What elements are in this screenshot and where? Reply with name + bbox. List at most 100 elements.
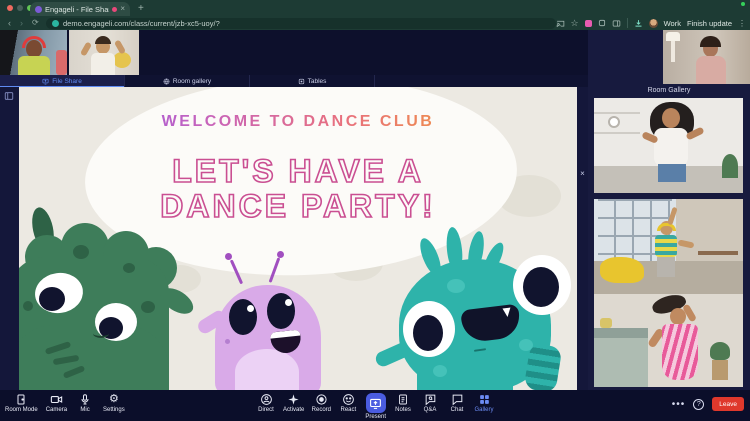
gallery-button[interactable]: Gallery (474, 393, 494, 413)
person-body (654, 128, 688, 166)
record-icon (315, 393, 328, 406)
close-share-icon[interactable]: × (577, 169, 588, 178)
browser-menu-icon[interactable]: ⋮ (738, 19, 746, 28)
person-body (91, 53, 115, 75)
right-panel-strip: × (577, 87, 588, 390)
participant-video-1[interactable] (0, 30, 67, 75)
panel-toggle-icon[interactable] (4, 91, 14, 101)
shelf (594, 132, 640, 134)
chat-icon (451, 393, 464, 406)
person-jeans (658, 164, 686, 182)
tab-close-icon[interactable]: × (120, 5, 125, 13)
kitchen-prop (600, 318, 612, 328)
room-mode-button[interactable]: Room Mode (5, 393, 38, 413)
help-icon[interactable]: ? (693, 399, 704, 410)
direct-icon (259, 393, 272, 406)
plant (710, 342, 730, 360)
profile-name: Work (664, 19, 681, 28)
room-gallery-header: Room Gallery (588, 87, 750, 94)
participant-video-2[interactable] (69, 30, 139, 75)
slide-subtitle-line1: LET'S HAVE A (19, 155, 577, 187)
top-video-row (0, 30, 588, 75)
site-favicon (52, 20, 59, 27)
striped-shirt (655, 235, 677, 257)
slide-title: WELCOME TO DANCE CLUB (19, 113, 577, 131)
chat-button[interactable]: Chat (447, 393, 467, 413)
activate-button[interactable]: Activate (283, 393, 304, 413)
lamp-shade (666, 32, 680, 41)
tab-label: File Share (52, 78, 82, 85)
activate-icon (287, 393, 300, 406)
pink-dress (662, 324, 698, 380)
stool (712, 360, 728, 380)
bookmark-star-icon[interactable]: ☆ (571, 18, 579, 29)
gallery-video-3[interactable] (594, 294, 743, 387)
cast-icon[interactable] (556, 19, 565, 28)
download-icon[interactable] (634, 19, 643, 28)
present-icon (369, 397, 382, 410)
background-prop (113, 52, 131, 68)
record-button[interactable]: Record (311, 393, 331, 413)
person-pants (657, 257, 675, 277)
present-button[interactable]: Present (365, 393, 386, 420)
camera-indicator-dot (741, 2, 745, 6)
new-tab-button[interactable]: + (138, 3, 144, 14)
browser-tab-title: Engageli - File Share (45, 5, 109, 14)
red-headphones (22, 36, 46, 48)
person-hair (700, 36, 721, 47)
person-arm (80, 41, 92, 56)
toolbar-divider (627, 18, 628, 28)
background-prop (56, 50, 67, 75)
yellow-headphones (657, 223, 676, 231)
person-body (696, 56, 726, 84)
person-arm (114, 39, 126, 54)
shared-slide: WELCOME TO DANCE CLUB LET'S HAVE A DANCE… (19, 87, 577, 390)
camera-icon (50, 393, 63, 406)
more-options-icon[interactable]: ••• (672, 399, 686, 410)
tab-media-indicator-icon (112, 7, 117, 12)
engageli-favicon (35, 6, 42, 13)
forward-icon[interactable]: › (20, 18, 23, 28)
settings-button[interactable]: ⚙ Settings (103, 393, 125, 413)
counter-top (594, 328, 648, 338)
tables-icon (298, 78, 305, 85)
react-button[interactable]: React (338, 393, 358, 413)
reload-icon[interactable]: ⟳ (32, 18, 39, 27)
side-panel-icon[interactable] (612, 19, 621, 28)
notes-icon (397, 393, 409, 406)
file-share-icon (42, 78, 49, 85)
instructor-video[interactable] (663, 30, 750, 84)
back-icon[interactable]: ‹ (8, 18, 11, 28)
shelf (594, 112, 640, 114)
screen: Engageli - File Share × + ‹ › ⟳ demo.eng… (0, 0, 750, 421)
tab-label: Tables (308, 78, 327, 85)
gallery-grid-icon (478, 393, 491, 406)
finish-update-button[interactable]: Finish update (687, 19, 732, 28)
slide-subtitle-line2: DANCE PARTY! (19, 190, 577, 222)
room-gallery-panel: Room Gallery (588, 30, 750, 390)
yellow-blanket (600, 257, 644, 283)
camera-button[interactable]: Camera (46, 393, 67, 413)
url-bar-row: ‹ › ⟳ demo.engageli.com/class/current/jz… (0, 16, 750, 30)
leave-button[interactable]: Leave (712, 397, 744, 411)
mic-icon (79, 393, 91, 406)
notes-button[interactable]: Notes (393, 393, 413, 413)
qa-button[interactable]: Q&A (420, 393, 440, 413)
person-arm (678, 239, 695, 248)
wall-clock (608, 116, 620, 128)
settings-gear-icon: ⚙ (109, 393, 119, 406)
direct-button[interactable]: Direct (256, 393, 276, 413)
table (698, 251, 738, 255)
extensions-puzzle-icon[interactable] (598, 19, 606, 27)
person-hair (95, 36, 111, 44)
mic-button[interactable]: Mic (75, 393, 95, 413)
gallery-video-2[interactable] (594, 199, 743, 294)
window-minimize-button[interactable] (17, 5, 23, 11)
gallery-video-1[interactable] (594, 98, 743, 193)
extension-icon[interactable] (585, 20, 592, 27)
profile-avatar[interactable] (649, 19, 658, 28)
address-bar[interactable]: demo.engageli.com/class/current/jzb-xc5-… (46, 18, 556, 30)
window-close-button[interactable] (7, 5, 13, 11)
browser-tab[interactable]: Engageli - File Share × (30, 2, 130, 16)
bottom-toolbar: Room Mode Camera Mic ⚙ Settings Direct (0, 390, 750, 421)
